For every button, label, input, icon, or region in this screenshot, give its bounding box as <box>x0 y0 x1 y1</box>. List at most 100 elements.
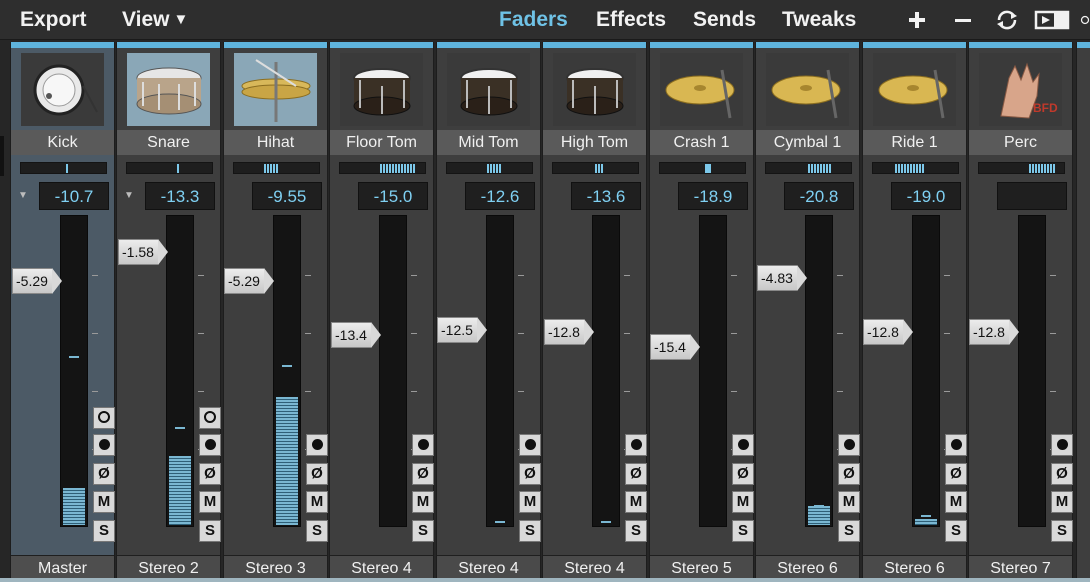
cymbal-icon[interactable] <box>766 53 849 126</box>
record-arm-button[interactable] <box>1051 434 1073 456</box>
solo-button[interactable]: S <box>625 520 647 542</box>
mute-button[interactable]: M <box>625 491 647 513</box>
fader-track[interactable] <box>805 215 833 527</box>
window-toggle-icon[interactable] <box>1033 6 1071 34</box>
channel-name[interactable]: Mid Tom <box>437 130 540 155</box>
tab-tweaks[interactable]: Tweaks <box>782 8 856 32</box>
phase-invert-button[interactable]: Ø <box>519 463 541 485</box>
record-arm-button[interactable] <box>838 434 860 456</box>
fader-handle[interactable]: -1.58 <box>118 239 168 265</box>
channel-name[interactable]: High Tom <box>543 130 646 155</box>
refresh-icon[interactable] <box>994 6 1020 34</box>
channel-name[interactable]: Crash 1 <box>650 130 753 155</box>
phase-invert-button[interactable]: Ø <box>93 463 115 485</box>
fader-track[interactable] <box>699 215 727 527</box>
phase-invert-button[interactable]: Ø <box>1051 463 1073 485</box>
fader-handle[interactable]: -5.29 <box>224 268 274 294</box>
channel-name[interactable]: Perc <box>969 130 1072 155</box>
pan-slider[interactable] <box>339 162 426 174</box>
fader-track[interactable] <box>1018 215 1046 527</box>
volume-readout[interactable]: -9.55 <box>252 182 322 210</box>
ride-cymbal-icon[interactable] <box>873 53 956 126</box>
record-arm-button[interactable] <box>412 434 434 456</box>
solo-button[interactable]: S <box>732 520 754 542</box>
monitor-button[interactable] <box>93 407 115 429</box>
solo-button[interactable]: S <box>93 520 115 542</box>
mute-button[interactable]: M <box>306 491 328 513</box>
solo-button[interactable]: S <box>838 520 860 542</box>
record-arm-button[interactable] <box>199 434 221 456</box>
tab-sends[interactable]: Sends <box>693 8 756 32</box>
solo-button[interactable]: S <box>1051 520 1073 542</box>
volume-readout[interactable]: -12.6 <box>465 182 535 210</box>
record-arm-button[interactable] <box>93 434 115 456</box>
solo-button[interactable]: S <box>412 520 434 542</box>
phase-invert-button[interactable]: Ø <box>199 463 221 485</box>
phase-invert-button[interactable]: Ø <box>732 463 754 485</box>
solo-button[interactable]: S <box>519 520 541 542</box>
record-arm-button[interactable] <box>625 434 647 456</box>
high-tom-icon[interactable] <box>553 53 636 126</box>
fader-handle[interactable]: -12.8 <box>969 319 1019 345</box>
pan-slider[interactable] <box>872 162 959 174</box>
tab-effects[interactable]: Effects <box>596 8 666 32</box>
mute-button[interactable]: M <box>945 491 967 513</box>
pan-slider[interactable] <box>978 162 1065 174</box>
record-arm-button[interactable] <box>732 434 754 456</box>
fader-handle[interactable]: -12.8 <box>544 319 594 345</box>
mid-tom-icon[interactable] <box>447 53 530 126</box>
pan-slider[interactable] <box>20 162 107 174</box>
snare-drum-icon[interactable] <box>127 53 210 126</box>
mute-button[interactable]: M <box>732 491 754 513</box>
record-arm-button[interactable] <box>306 434 328 456</box>
pan-slider[interactable] <box>233 162 320 174</box>
pan-slider[interactable] <box>765 162 852 174</box>
fader-track[interactable] <box>912 215 940 527</box>
fader-track[interactable] <box>273 215 301 527</box>
fader-handle[interactable]: -12.5 <box>437 317 487 343</box>
channel-name[interactable]: Cymbal 1 <box>756 130 859 155</box>
mute-button[interactable]: M <box>838 491 860 513</box>
fader-track[interactable] <box>166 215 194 527</box>
mute-button[interactable]: M <box>93 491 115 513</box>
channel-name[interactable]: Hihat <box>224 130 327 155</box>
phase-invert-button[interactable]: Ø <box>625 463 647 485</box>
bottom-scrollbar[interactable] <box>0 578 1090 582</box>
volume-readout[interactable]: -19.0 <box>891 182 961 210</box>
channel-name[interactable]: Floor Tom <box>330 130 433 155</box>
solo-button[interactable]: S <box>306 520 328 542</box>
hihat-icon[interactable] <box>234 53 317 126</box>
crash-cymbal-icon[interactable] <box>660 53 743 126</box>
volume-readout[interactable] <box>997 182 1067 210</box>
plus-icon[interactable] <box>905 6 929 34</box>
tab-faders[interactable]: Faders <box>499 8 568 32</box>
phase-invert-button[interactable]: Ø <box>412 463 434 485</box>
fader-handle[interactable]: -5.29 <box>12 268 62 294</box>
left-resize-handle[interactable] <box>0 136 4 176</box>
volume-readout[interactable]: -20.8 <box>784 182 854 210</box>
solo-button[interactable]: S <box>199 520 221 542</box>
record-arm-button[interactable] <box>519 434 541 456</box>
record-arm-button[interactable] <box>945 434 967 456</box>
pan-slider[interactable] <box>446 162 533 174</box>
mute-button[interactable]: M <box>412 491 434 513</box>
fader-handle[interactable]: -12.8 <box>863 319 913 345</box>
phase-invert-button[interactable]: Ø <box>838 463 860 485</box>
pan-slider[interactable] <box>126 162 213 174</box>
expand-triangle-icon[interactable]: ▼ <box>18 190 28 201</box>
mute-button[interactable]: M <box>199 491 221 513</box>
expand-triangle-icon[interactable]: ▼ <box>124 190 134 201</box>
percussion-icon[interactable]: BFD <box>979 53 1062 126</box>
mute-button[interactable]: M <box>1051 491 1073 513</box>
volume-readout[interactable]: -18.9 <box>678 182 748 210</box>
phase-invert-button[interactable]: Ø <box>945 463 967 485</box>
volume-readout[interactable]: -13.3 <box>145 182 215 210</box>
overflow-icon[interactable] <box>1080 6 1090 34</box>
monitor-button[interactable] <box>199 407 221 429</box>
view-menu[interactable]: View ▼ <box>122 8 188 32</box>
minus-icon[interactable] <box>952 6 974 34</box>
channel-name[interactable]: Ride 1 <box>863 130 966 155</box>
kick-drum-icon[interactable] <box>21 53 104 126</box>
phase-invert-button[interactable]: Ø <box>306 463 328 485</box>
fader-track[interactable] <box>379 215 407 527</box>
